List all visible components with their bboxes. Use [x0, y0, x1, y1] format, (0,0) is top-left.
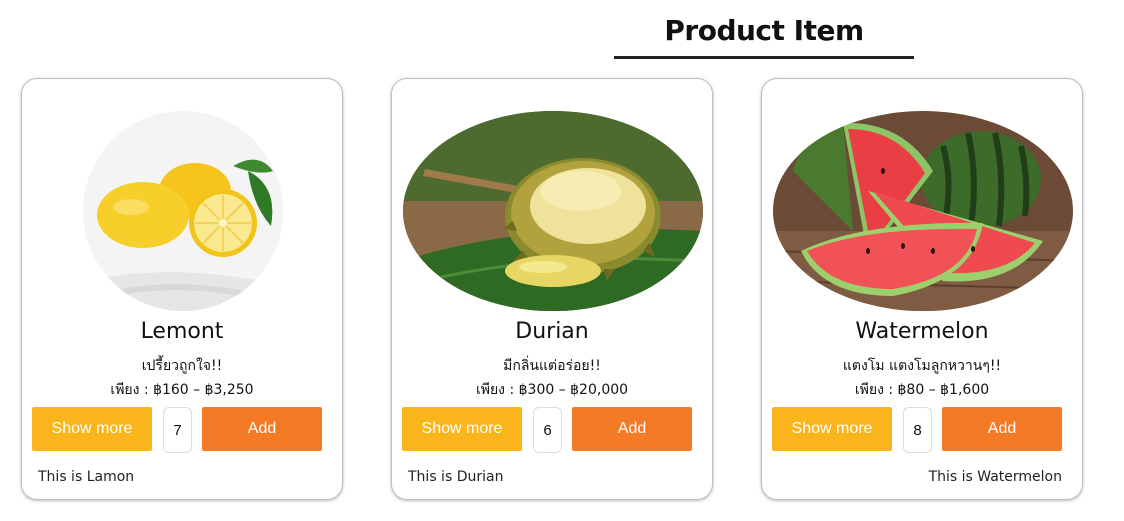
product-price: เพียง : ฿80 – ฿1,600 — [854, 382, 990, 398]
title-underline — [614, 56, 914, 59]
add-button[interactable]: Add — [942, 407, 1062, 451]
durian-image — [403, 111, 703, 311]
page-title: Product Item — [664, 14, 864, 47]
product-price: เพียง : ฿300 – ฿20,000 — [475, 382, 629, 398]
quantity-input[interactable] — [903, 407, 932, 453]
product-tagline: มีกลิ่นแต่อร่อย!! — [503, 358, 601, 374]
product-card-watermelon: Watermelon แตงโม แตงโมลูกหวานๆ!! เพียง :… — [761, 78, 1083, 500]
product-name: Watermelon — [855, 319, 989, 344]
show-more-button[interactable]: Show more — [772, 407, 892, 451]
product-price: เพียง : ฿160 – ฿3,250 — [110, 382, 254, 398]
add-button[interactable]: Add — [572, 407, 692, 451]
product-tagline: แตงโม แตงโมลูกหวานๆ!! — [842, 358, 1002, 374]
product-tagline: เปรี้ยวถูกใจ!! — [141, 358, 223, 374]
product-note: This is Durian — [408, 469, 504, 485]
watermelon-image — [773, 111, 1073, 311]
show-more-button[interactable]: Show more — [402, 407, 522, 451]
quantity-input[interactable] — [163, 407, 192, 453]
product-note: This is Lamon — [38, 469, 135, 485]
show-more-button[interactable]: Show more — [32, 407, 152, 451]
product-card-lemon: Lemont เปรี้ยวถูกใจ!! เพียง : ฿160 – ฿3,… — [21, 78, 343, 500]
add-button[interactable]: Add — [202, 407, 322, 451]
product-name: Durian — [515, 319, 589, 344]
product-name: Lemont — [140, 319, 224, 344]
quantity-input[interactable] — [533, 407, 562, 453]
lemon-image — [83, 111, 283, 311]
product-card-durian: Durian มีกลิ่นแต่อร่อย!! เพียง : ฿300 – … — [391, 78, 713, 500]
product-note: This is Watermelon — [928, 469, 1062, 485]
